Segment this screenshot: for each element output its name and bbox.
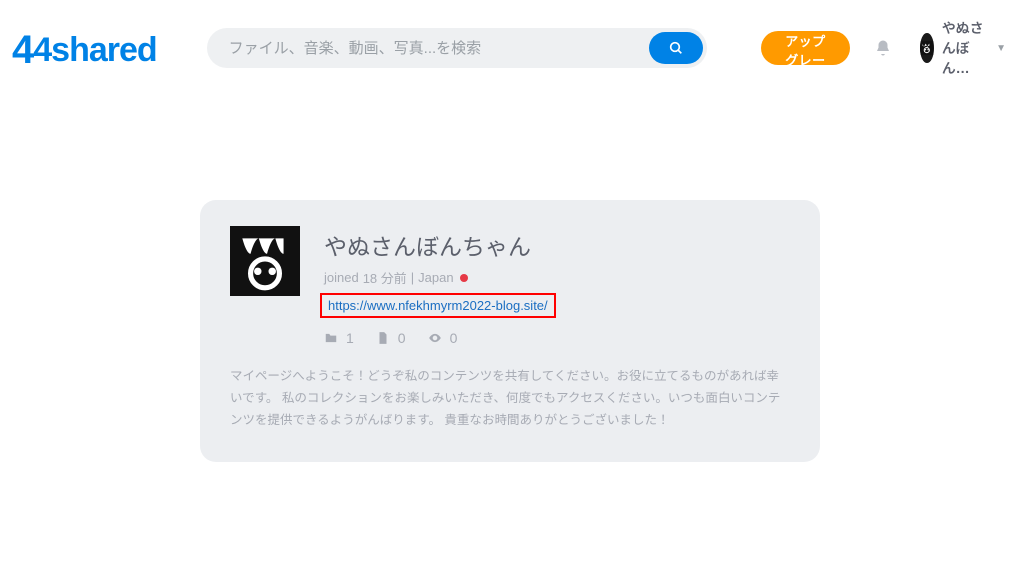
profile-panel: やぬさんぼんちゃん joined 18 分前 | Japan https://w… [200, 200, 820, 462]
user-menu[interactable]: やぬさんぼん… ▼ [920, 18, 1006, 78]
file-icon [376, 331, 390, 345]
stat-files: 0 [376, 330, 406, 346]
stat-views-value: 0 [450, 330, 458, 346]
stat-folders-value: 1 [346, 330, 354, 346]
avatar [920, 33, 934, 63]
profile-avatar [230, 226, 300, 296]
logo[interactable]: 44shared [6, 26, 197, 71]
profile-website-link[interactable]: https://www.nfekhmyrm2022-blog.site/ [320, 293, 556, 318]
profile-location: Japan [418, 270, 453, 285]
flag-jp-icon [460, 274, 468, 282]
user-name-label: やぬさんぼん… [942, 18, 986, 78]
joined-time: 18 分前 [363, 268, 407, 287]
notifications-button[interactable] [874, 39, 892, 57]
profile-description: マイページへようこそ！どうぞ私のコンテンツを共有してください。お役に立てるものが… [230, 366, 790, 432]
folder-icon [324, 331, 338, 345]
search-button[interactable] [649, 32, 703, 64]
search-bar[interactable] [207, 28, 707, 68]
logo-text: 4shared [33, 31, 156, 69]
profile-stats: 1 0 0 [324, 330, 790, 346]
bell-icon [874, 39, 892, 57]
stat-files-value: 0 [398, 330, 406, 346]
search-input[interactable] [207, 40, 707, 57]
upgrade-button[interactable]: アップグレード [761, 31, 850, 65]
eye-icon [428, 331, 442, 345]
joined-prefix: joined [324, 270, 359, 285]
stat-folders: 1 [324, 330, 354, 346]
search-icon [668, 40, 684, 56]
avatar-icon [920, 33, 934, 63]
header: 44shared アップグレード やぬさんぼん… ▼ [0, 0, 1024, 84]
profile-display-name: やぬさんぼんちゃん [324, 228, 790, 262]
profile-meta: joined 18 分前 | Japan [324, 268, 790, 287]
meta-sep: | [411, 270, 414, 285]
chevron-down-icon: ▼ [996, 43, 1006, 54]
avatar-icon [232, 228, 298, 294]
stat-views: 0 [428, 330, 458, 346]
